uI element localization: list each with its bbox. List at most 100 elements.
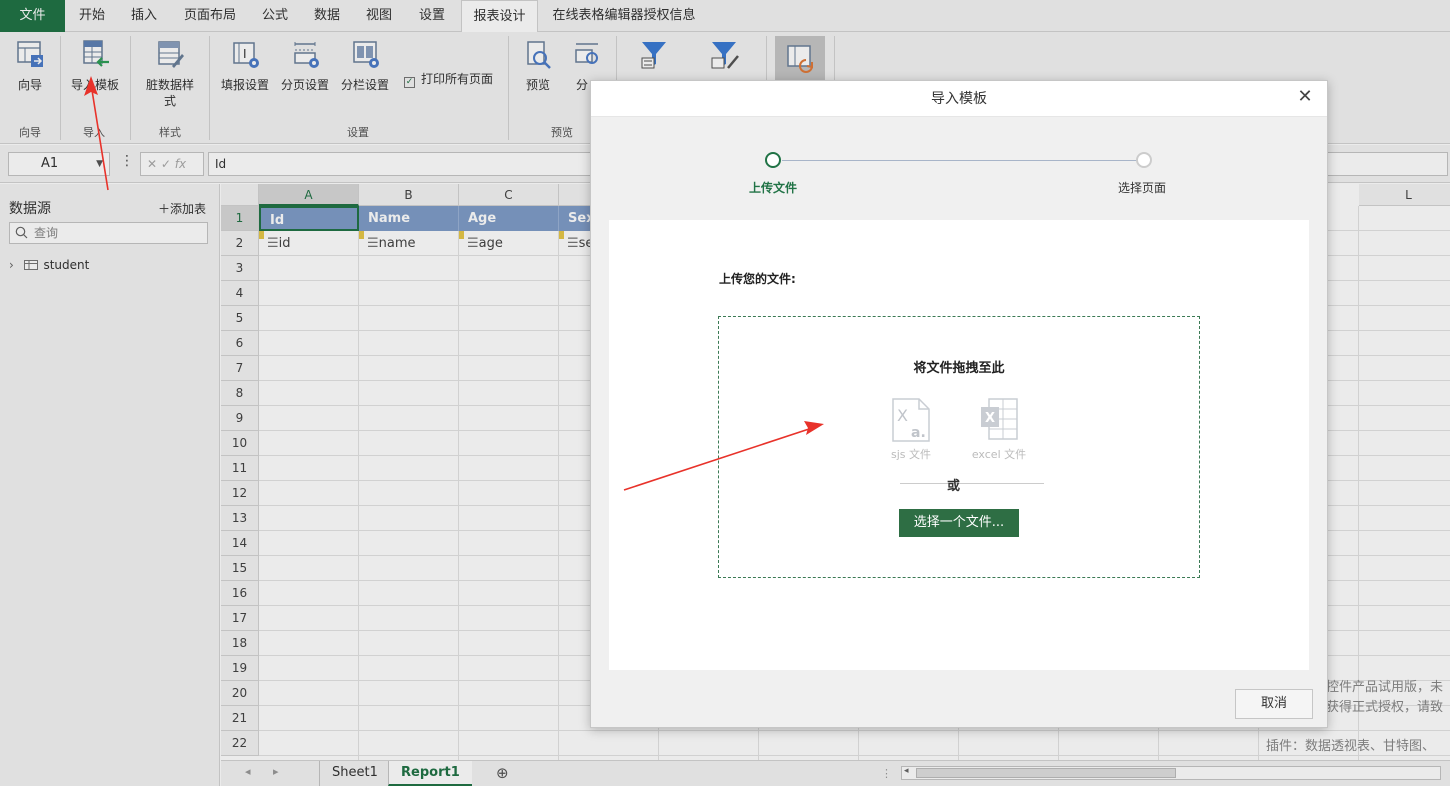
- datasource-tree-item-student[interactable]: › student: [9, 258, 89, 272]
- row-header[interactable]: 12: [221, 481, 259, 506]
- page-settings-label: 分页设置: [280, 78, 329, 92]
- formula-buttons: ✕ ✓ fx: [140, 152, 204, 176]
- column-header-l[interactable]: L: [1359, 184, 1450, 206]
- sheet-tab-report1[interactable]: Report1: [388, 761, 472, 786]
- cancel-x-icon: ✕: [147, 157, 158, 171]
- dirty-style-label-1: 脏数据样: [145, 78, 194, 92]
- tab-settings[interactable]: 设置: [409, 0, 455, 32]
- name-box[interactable]: A1 ▼: [8, 152, 110, 176]
- scrollbar-thumb[interactable]: [916, 768, 1176, 778]
- import-template-label: 导入模板: [70, 78, 119, 92]
- cell-b1[interactable]: Name: [359, 206, 459, 231]
- cell-b2[interactable]: ☰name: [359, 231, 459, 256]
- divider-left: [900, 483, 972, 484]
- more-vertical-icon[interactable]: ⋮: [120, 153, 134, 169]
- print-all-pages-checkbox[interactable]: ✓ 打印所有页面: [404, 70, 493, 88]
- row-header[interactable]: 8: [221, 381, 259, 406]
- tab-page-layout[interactable]: 页面布局: [174, 0, 246, 32]
- page-settings-icon: [294, 42, 319, 68]
- cell-c1[interactable]: Age: [459, 206, 559, 231]
- binding-marker-icon: [359, 231, 364, 239]
- row-header[interactable]: 15: [221, 556, 259, 581]
- row-header[interactable]: 19: [221, 656, 259, 681]
- close-icon[interactable]: ✕: [1295, 87, 1315, 107]
- next-sheet-icon[interactable]: ▸: [273, 765, 279, 778]
- row-header[interactable]: 2: [221, 231, 259, 256]
- scroll-left-icon[interactable]: ◂: [904, 766, 909, 776]
- row-header[interactable]: 10: [221, 431, 259, 456]
- cell-a2[interactable]: ☰id: [259, 231, 359, 256]
- scroll-splitter-icon[interactable]: ⋮: [881, 767, 892, 780]
- fill-settings-icon: I: [233, 42, 259, 68]
- row-header[interactable]: 1: [221, 206, 259, 231]
- fill-settings-button[interactable]: I 填报设置: [218, 38, 272, 126]
- page-settings-button[interactable]: 分页设置: [278, 38, 332, 126]
- tab-license-info[interactable]: 在线表格编辑器授权信息: [546, 0, 702, 32]
- list-icon: ☰: [467, 236, 479, 251]
- dirty-style-button[interactable]: 脏数据样 式: [140, 38, 200, 126]
- cell-a1[interactable]: Id: [259, 206, 359, 231]
- tab-home[interactable]: 开始: [69, 0, 115, 32]
- row-header[interactable]: 18: [221, 631, 259, 656]
- or-text: 或: [947, 479, 961, 494]
- column-header-a[interactable]: A: [259, 184, 359, 206]
- tab-formula[interactable]: 公式: [252, 0, 298, 32]
- preview-button[interactable]: 预览: [516, 38, 560, 126]
- group-label-style: 样式: [159, 126, 181, 139]
- cell-c2[interactable]: ☰age: [459, 231, 559, 256]
- row-header[interactable]: 6: [221, 331, 259, 356]
- row-header[interactable]: 5: [221, 306, 259, 331]
- row-header[interactable]: 16: [221, 581, 259, 606]
- cancel-button[interactable]: 取消: [1235, 689, 1313, 719]
- import-template-button[interactable]: 导入模板: [66, 38, 124, 126]
- sjs-file-option: X a. sjs 文件: [881, 397, 941, 462]
- tab-report-design[interactable]: 报表设计: [461, 0, 538, 33]
- row-header[interactable]: 22: [221, 731, 259, 756]
- field-age: age: [478, 236, 503, 251]
- row-header[interactable]: 17: [221, 606, 259, 631]
- tab-insert[interactable]: 插入: [121, 0, 167, 32]
- tab-view[interactable]: 视图: [356, 0, 402, 32]
- tab-data[interactable]: 数据: [304, 0, 350, 32]
- preview-label: 预览: [525, 78, 550, 92]
- file-dropzone[interactable]: 将文件拖拽至此 X a. sjs 文件 X excel 文件 或 选择一个文件.…: [718, 316, 1200, 578]
- row-header[interactable]: 7: [221, 356, 259, 381]
- add-table-button[interactable]: ＋添加表: [158, 200, 206, 217]
- row-header[interactable]: 11: [221, 456, 259, 481]
- row-header[interactable]: 4: [221, 281, 259, 306]
- add-sheet-icon[interactable]: ⊕: [496, 764, 509, 782]
- column-settings-button[interactable]: 分栏设置: [338, 38, 392, 126]
- cell-reference: A1: [41, 156, 59, 171]
- wizard-button[interactable]: 向导: [6, 38, 54, 126]
- column-header-b[interactable]: B: [359, 184, 459, 206]
- drop-text: 将文件拖拽至此: [913, 361, 1005, 376]
- checkbox-checked-icon: ✓: [404, 77, 415, 88]
- table-icon: [23, 260, 38, 270]
- horizontal-scrollbar[interactable]: ◂: [901, 766, 1441, 780]
- trial-watermark-line-2: 获得正式授权，请致: [1326, 700, 1444, 715]
- divider-right: [972, 483, 1044, 484]
- row-header[interactable]: 9: [221, 406, 259, 431]
- fx-icon[interactable]: fx: [175, 157, 186, 171]
- column-header-c[interactable]: C: [459, 184, 559, 206]
- sjs-file-icon: X a.: [892, 398, 930, 442]
- datasource-panel: 数据源 ＋添加表 查询 › student: [0, 184, 220, 786]
- step-dot-select-page: [1136, 152, 1152, 168]
- datasource-search-input[interactable]: 查询: [9, 222, 208, 244]
- select-all-corner[interactable]: [221, 184, 259, 206]
- prev-sheet-icon[interactable]: ◂: [245, 765, 251, 778]
- row-header[interactable]: 14: [221, 531, 259, 556]
- refresh-layout-button[interactable]: [775, 36, 825, 80]
- row-header[interactable]: 13: [221, 506, 259, 531]
- row-header[interactable]: 21: [221, 706, 259, 731]
- dialog-title: 导入模板: [591, 81, 1327, 117]
- tab-file[interactable]: 文件: [0, 0, 65, 32]
- sheet-tab-sheet1[interactable]: Sheet1: [319, 761, 390, 786]
- row-gridline: [259, 730, 1450, 731]
- choose-file-button[interactable]: 选择一个文件...: [899, 509, 1019, 537]
- row-header[interactable]: 3: [221, 256, 259, 281]
- list-icon: ☰: [267, 236, 279, 251]
- group-label-import: 导入: [83, 126, 105, 139]
- row-header[interactable]: 20: [221, 681, 259, 706]
- binding-marker-icon: [259, 231, 264, 239]
